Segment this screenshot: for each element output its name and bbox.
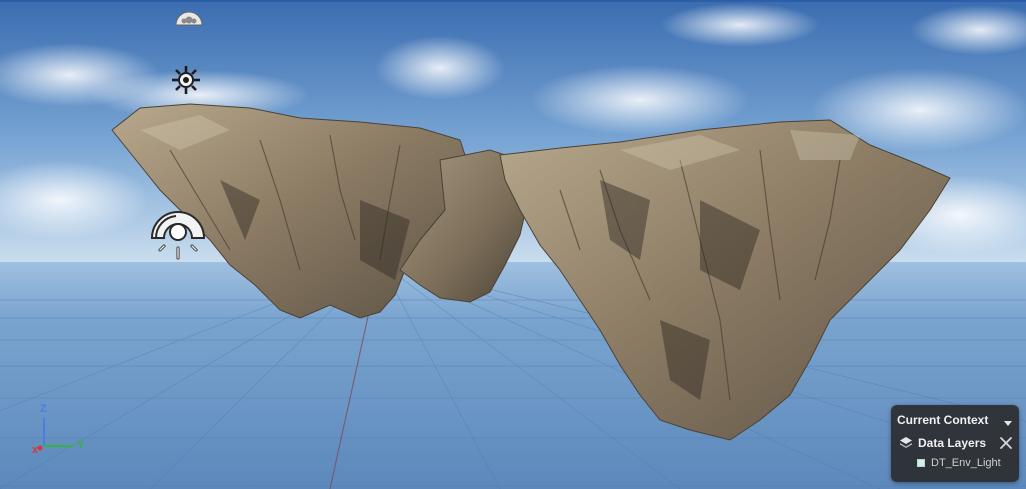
layer-color-swatch	[917, 459, 925, 467]
viewport-top-border	[0, 0, 1026, 2]
data-layer-item[interactable]: DT_Env_Light	[917, 456, 1013, 470]
level-viewport[interactable]: Z Y x Current Context Data Layers DT_Env…	[0, 0, 1026, 489]
data-layers-row[interactable]: Data Layers	[899, 435, 1013, 451]
chevron-down-icon[interactable]	[1003, 415, 1013, 426]
axis-gizmo: Z Y x	[28, 400, 98, 460]
sky-light-icon[interactable]	[174, 8, 204, 26]
axis-x-label: x	[32, 444, 39, 456]
point-light-icon[interactable]	[146, 200, 210, 264]
data-layer-item-label: DT_Env_Light	[931, 457, 1001, 469]
current-context-panel: Current Context Data Layers DT_Env_Light	[891, 405, 1019, 482]
current-context-header[interactable]: Current Context	[897, 412, 1013, 428]
layers-icon	[899, 436, 913, 450]
axis-y-label: Y	[77, 439, 85, 451]
data-layers-label: Data Layers	[918, 436, 987, 450]
axis-z-label: Z	[40, 403, 47, 415]
close-icon[interactable]	[999, 436, 1013, 450]
directional-light-icon[interactable]	[170, 64, 202, 104]
current-context-title: Current Context	[897, 413, 989, 427]
